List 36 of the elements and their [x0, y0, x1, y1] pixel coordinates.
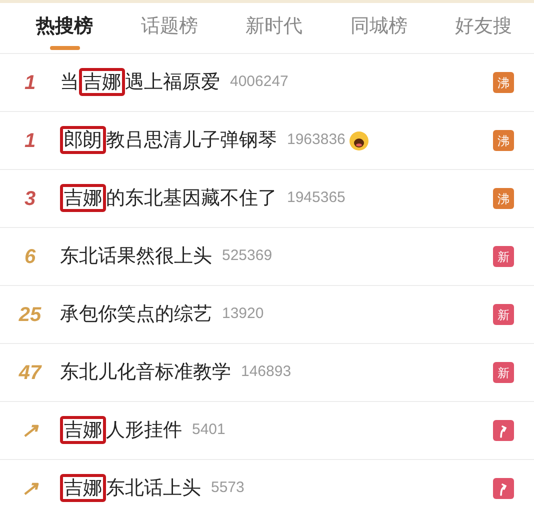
search-count: 4006247: [230, 72, 288, 92]
search-count: 1945365: [287, 188, 346, 208]
hot-badge: 新: [493, 362, 514, 383]
tab[interactable]: 好友搜: [455, 3, 512, 46]
hot-badge: 沸: [493, 72, 514, 93]
tab[interactable]: 话题榜: [140, 3, 198, 46]
rank-number: 25: [18, 302, 42, 328]
search-count: 146893: [241, 362, 292, 382]
hot-badge: 新: [493, 246, 514, 267]
hot-badge: 沸: [493, 130, 514, 151]
topic-title[interactable]: 郎朗 教吕思清儿子弹钢琴: [60, 126, 277, 155]
topic-title[interactable]: 吉娜 的东北基因藏不住了: [60, 184, 277, 213]
topic-title[interactable]: 承包你笑点的综艺: [60, 300, 212, 329]
search-count: 13920: [222, 304, 264, 324]
rank-number: 3: [23, 186, 37, 212]
rank-number: 47: [18, 360, 43, 386]
search-count: 1963836: [287, 130, 346, 150]
rank-number: 1: [23, 128, 37, 154]
search-count: 5573: [211, 478, 244, 498]
topic-title[interactable]: 东北话果然很上头: [60, 242, 212, 271]
topic-title[interactable]: 当 吉娜 遇上福原爱: [60, 68, 220, 97]
search-count: 5401: [192, 420, 226, 440]
topic-title[interactable]: 吉娜 东北话上头: [60, 474, 201, 503]
rank-number: 1: [23, 70, 37, 96]
hot-badge: 沸: [493, 188, 514, 209]
tab[interactable]: 同城榜: [350, 3, 408, 46]
topic-title[interactable]: 东北儿化音标准教学: [60, 358, 231, 387]
rank-number: 6: [23, 244, 37, 270]
topic-title[interactable]: 吉娜 人形挂件: [60, 416, 182, 445]
hot-badge: 新: [493, 304, 514, 325]
rank-number: ↗: [20, 476, 40, 502]
rank-number: ↗: [20, 418, 40, 444]
tab[interactable]: 新时代: [246, 3, 302, 46]
search-count: 525369: [222, 246, 272, 266]
tab-underline: [50, 46, 80, 50]
tab[interactable]: 热搜榜: [36, 3, 93, 46]
